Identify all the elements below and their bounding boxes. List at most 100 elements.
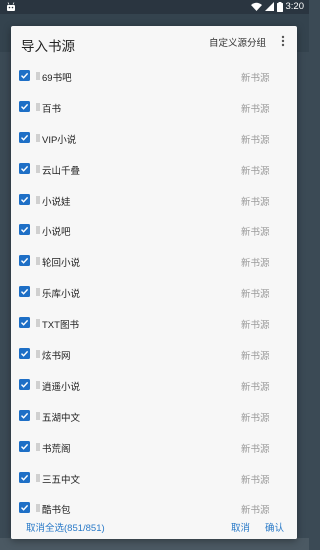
source-row[interactable]: 五湖中文 新书源	[11, 402, 297, 433]
source-checkbox[interactable]	[19, 70, 30, 81]
source-checkbox[interactable]	[19, 193, 30, 205]
source-row[interactable]: 三五中文 新书源	[11, 464, 297, 495]
source-checkbox[interactable]	[19, 286, 30, 298]
check-icon	[21, 443, 29, 450]
source-checkbox[interactable]	[19, 378, 30, 390]
source-name: 五湖中文	[42, 412, 81, 424]
source-row[interactable]: 书荒阁 新书源	[11, 433, 297, 464]
source-checkbox[interactable]	[19, 224, 30, 236]
source-group: 新书源	[241, 289, 270, 301]
source-group: 新书源	[241, 103, 270, 115]
source-group: 新书源	[241, 165, 270, 177]
source-row[interactable]: 小说娃 新书源	[11, 186, 297, 217]
confirm-button[interactable]: 确认	[265, 520, 284, 534]
source-checkbox[interactable]	[19, 502, 30, 514]
check-icon	[21, 320, 29, 326]
background-bottom	[0, 538, 309, 550]
drag-handle-icon[interactable]	[36, 350, 40, 359]
deselect-all-button[interactable]: 取消全选(851/851)	[26, 520, 105, 534]
source-name: 三五中文	[42, 474, 81, 486]
check-icon	[21, 134, 29, 141]
drag-handle-icon[interactable]	[36, 72, 40, 80]
cancel-button[interactable]: 取消	[231, 520, 250, 534]
check-icon	[21, 227, 29, 234]
check-icon	[21, 258, 29, 265]
drag-handle-icon[interactable]	[36, 164, 40, 173]
source-group: 新书源	[241, 73, 270, 84]
source-name: TXT图书	[42, 320, 79, 332]
source-row[interactable]: 69书吧 新书源	[11, 62, 297, 93]
source-checkbox[interactable]	[19, 162, 30, 174]
dialog-title: 导入书源	[21, 39, 75, 54]
check-icon	[21, 72, 29, 79]
status-bar: 3:20	[0, 0, 309, 14]
source-checkbox[interactable]	[19, 471, 30, 483]
source-name: 69书吧	[42, 73, 72, 84]
more-vert-icon[interactable]	[279, 34, 287, 48]
source-name: 逍遥小说	[42, 381, 81, 393]
source-checkbox[interactable]	[19, 317, 30, 329]
battery-icon	[276, 1, 283, 12]
source-row[interactable]: 乐库小说 新书源	[11, 278, 297, 309]
source-group: 新书源	[241, 412, 270, 424]
source-name: 小说娃	[42, 196, 71, 208]
source-group: 新书源	[241, 227, 270, 239]
source-checkbox[interactable]	[19, 440, 30, 452]
source-name: 乐库小说	[42, 289, 81, 301]
source-row[interactable]: 百书 新书源	[11, 93, 297, 124]
android-icon	[7, 2, 15, 11]
source-row[interactable]: 炫书网 新书源	[11, 340, 297, 371]
check-icon	[21, 412, 29, 419]
source-row[interactable]: TXT图书 新书源	[11, 309, 297, 340]
source-row[interactable]: 轮回小说 新书源	[11, 247, 297, 278]
check-icon	[21, 381, 29, 388]
source-row[interactable]: 云山千叠 新书源	[11, 155, 297, 186]
drag-handle-icon[interactable]	[36, 226, 40, 235]
source-list[interactable]: 69书吧 新书源 百书 新书源 VIP小说 新书源 云山千叠 新书源 小说娃 新书源 小说吧 新书源轮…	[11, 62, 297, 538]
drag-handle-icon[interactable]	[36, 411, 40, 420]
import-source-dialog: 导入书源 自定义源分组 69书吧 新书源 百书 新书源 VIP小说 新书源 云山千叠 新书源小…	[11, 26, 297, 539]
source-checkbox[interactable]	[19, 255, 30, 267]
drag-handle-icon[interactable]	[36, 257, 40, 266]
check-icon	[21, 505, 29, 512]
check-icon	[21, 196, 29, 203]
check-icon	[21, 103, 29, 110]
source-group: 新书源	[241, 258, 270, 270]
drag-handle-icon[interactable]	[36, 102, 40, 111]
drag-handle-icon[interactable]	[36, 133, 40, 142]
source-row[interactable]: 逍遥小说 新书源	[11, 371, 297, 402]
drag-handle-icon[interactable]	[36, 504, 40, 513]
check-icon	[21, 289, 29, 295]
source-group: 新书源	[241, 443, 270, 455]
drag-handle-icon[interactable]	[36, 473, 40, 482]
source-group: 新书源	[241, 320, 270, 332]
source-name: 云山千叠	[42, 165, 81, 177]
drag-handle-icon[interactable]	[36, 319, 40, 328]
source-group: 新书源	[241, 381, 270, 393]
drag-handle-icon[interactable]	[36, 380, 40, 389]
drag-handle-icon[interactable]	[36, 195, 40, 204]
source-name: 百书	[42, 103, 62, 115]
source-group: 新书源	[241, 196, 270, 208]
wifi-icon	[250, 2, 262, 11]
source-name: 炫书网	[42, 351, 71, 363]
source-group: 新书源	[241, 474, 270, 486]
dialog-footer: 取消全选(851/851) 取消 确认	[11, 515, 297, 539]
drag-handle-icon[interactable]	[36, 442, 40, 451]
source-group: 新书源	[241, 351, 270, 363]
check-icon	[21, 350, 29, 357]
source-checkbox[interactable]	[19, 100, 30, 112]
status-time: 3:20	[285, 1, 305, 12]
source-checkbox[interactable]	[19, 131, 30, 143]
drag-handle-icon[interactable]	[36, 288, 40, 297]
source-name: 轮回小说	[42, 258, 81, 270]
source-name: VIP小说	[42, 134, 77, 146]
source-row[interactable]: VIP小说 新书源	[11, 124, 297, 155]
source-checkbox[interactable]	[19, 409, 30, 421]
source-checkbox[interactable]	[19, 348, 30, 360]
source-row[interactable]: 小说吧 新书源	[11, 216, 297, 247]
signal-icon	[264, 2, 274, 11]
custom-group-button[interactable]: 自定义源分组	[209, 35, 266, 49]
check-icon	[21, 165, 29, 172]
source-name: 小说吧	[42, 227, 71, 239]
